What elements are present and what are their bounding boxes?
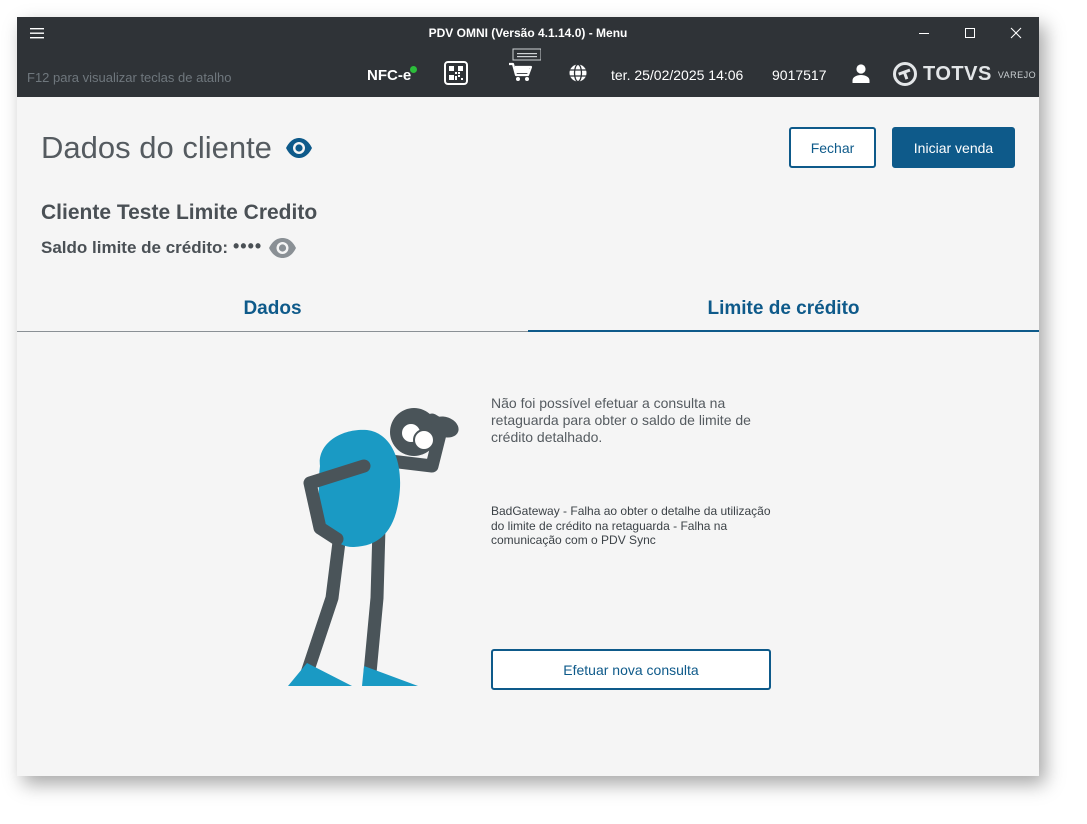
error-message: Não foi possível efetuar a consulta na r… (491, 395, 751, 445)
nfce-label: NFC-e (367, 67, 412, 84)
start-sale-button[interactable]: Iniciar venda (892, 127, 1015, 168)
user-icon[interactable] (851, 63, 871, 88)
error-detail: BadGateway - Falha ao obter o detalhe da… (491, 504, 771, 547)
cart-button[interactable] (507, 48, 542, 89)
window-title: PDV OMNI (Versão 4.1.14.0) - Menu (428, 26, 628, 40)
credit-balance-value: •••• (233, 236, 263, 256)
maximize-button[interactable] (947, 17, 993, 49)
title-bar: PDV OMNI (Versão 4.1.14.0) - Menu (17, 17, 1039, 49)
qrcode-icon[interactable] (444, 61, 468, 90)
credit-balance-label: Saldo limite de crédito: (41, 238, 229, 257)
close-window-button[interactable] (993, 17, 1039, 49)
status-bar: F12 para visualizar teclas de atalho NFC… (17, 48, 1039, 97)
show-balance-icon[interactable] (268, 236, 297, 265)
datetime: ter. 25/02/2025 14:06 (611, 67, 744, 83)
confused-figure-illustration (282, 388, 462, 698)
maximize-icon (965, 28, 975, 38)
client-name: Cliente Teste Limite Credito (41, 201, 318, 224)
globe-icon[interactable] (568, 63, 588, 88)
visibility-icon[interactable] (285, 136, 313, 165)
cart-icon (509, 48, 542, 81)
nfce-status-indicator (410, 66, 417, 73)
tab-dados[interactable]: Dados (17, 287, 528, 332)
shortcut-hint: F12 para visualizar teclas de atalho (27, 70, 232, 85)
minimize-icon (919, 33, 929, 34)
brand-name: TOTVS (923, 62, 992, 85)
close-icon (1010, 27, 1022, 39)
page-title: Dados do cliente (41, 130, 272, 165)
brand-suffix: VAREJO (997, 70, 1037, 80)
retry-consult-button[interactable]: Efetuar nova consulta (491, 649, 771, 690)
totvs-logo-icon (893, 62, 917, 86)
operator-code: 9017517 (772, 67, 827, 83)
close-button[interactable]: Fechar (789, 127, 876, 168)
minimize-button[interactable] (901, 17, 947, 49)
brand-logo: TOTVS VAREJO (893, 60, 1036, 88)
app-window: PDV OMNI (Versão 4.1.14.0) - Menu F12 pa… (17, 17, 1039, 776)
tab-limite-credito[interactable]: Limite de crédito (528, 287, 1039, 332)
